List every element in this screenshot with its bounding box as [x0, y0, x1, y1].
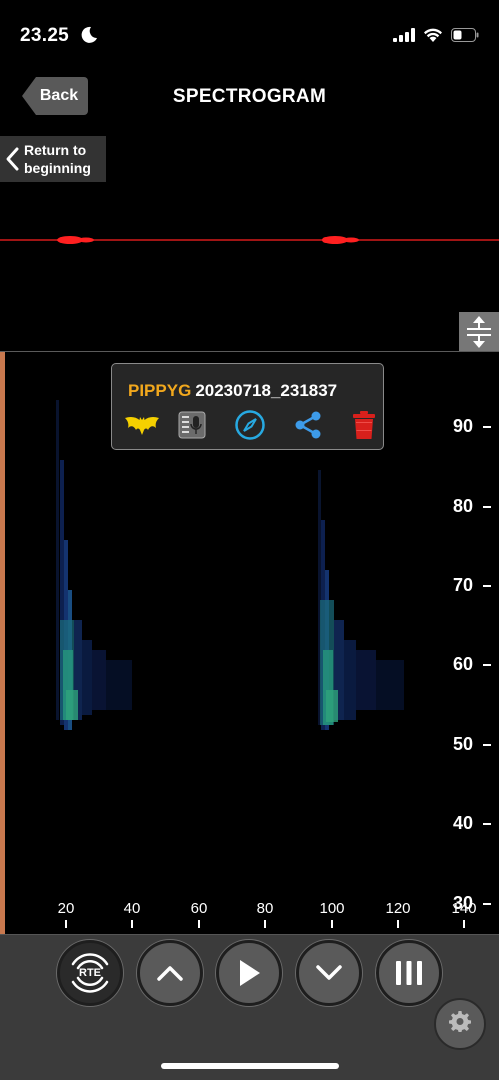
status-icons — [393, 27, 479, 42]
settings-button[interactable] — [434, 998, 486, 1050]
scroll-up-button[interactable] — [137, 940, 203, 1006]
expand-waveform-button[interactable] — [459, 312, 499, 352]
play-icon — [240, 960, 260, 986]
microphone-info-button[interactable] — [174, 408, 210, 442]
signal-icon — [393, 27, 415, 42]
delete-button[interactable] — [346, 408, 382, 442]
rte-button[interactable]: RTE — [57, 940, 123, 1006]
x-tick: 80 — [245, 900, 285, 928]
bat-icon — [125, 416, 159, 435]
y-tick: 70 — [453, 575, 491, 596]
return-to-beginning-button[interactable]: Return to beginning — [0, 136, 106, 182]
chevron-left-icon — [6, 147, 19, 171]
location-button[interactable] — [232, 408, 268, 442]
recording-name: 20230718_231837 — [195, 381, 338, 400]
vertical-resize-icon — [467, 316, 491, 348]
x-tick: 20 — [46, 900, 86, 928]
x-tick: 40 — [112, 900, 152, 928]
rte-label: RTE — [79, 967, 101, 979]
playhead-edge — [0, 352, 5, 934]
species-code[interactable]: PIPPYG — [128, 381, 191, 400]
spectrogram-call-2 — [318, 470, 404, 730]
status-time: 23.25 — [20, 25, 70, 46]
x-tick: 60 — [179, 900, 219, 928]
x-tick: 120 — [378, 900, 418, 928]
moon-icon — [81, 26, 97, 43]
trash-icon — [353, 411, 375, 439]
chevron-up-icon — [157, 966, 183, 981]
y-tick: 90 — [453, 416, 491, 437]
bat-button[interactable] — [124, 408, 160, 442]
x-tick: 100 — [312, 900, 352, 928]
play-button[interactable] — [216, 940, 282, 1006]
wifi-icon — [424, 28, 442, 42]
y-tick: 40 — [453, 813, 491, 834]
menu-button[interactable] — [376, 940, 442, 1006]
share-icon — [295, 411, 321, 439]
recording-title: PIPPYG 20230718_231837 — [128, 381, 337, 401]
x-tick: 140 — [444, 900, 484, 928]
y-tick: 50 — [453, 734, 491, 755]
chevron-down-icon — [316, 965, 342, 980]
recording-info-popup: PIPPYG 20230718_231837 — [111, 363, 384, 450]
share-button[interactable] — [290, 408, 326, 442]
status-bar: 23.25 — [0, 0, 499, 72]
y-tick: 80 — [453, 496, 491, 517]
microphone-info-icon — [178, 411, 206, 439]
return-to-beginning-label: Return to beginning — [24, 142, 91, 176]
scroll-down-button[interactable] — [296, 940, 362, 1006]
bars-icon — [396, 961, 422, 985]
page-title: SPECTROGRAM — [172, 86, 327, 107]
gear-icon — [449, 1011, 471, 1032]
waveform[interactable] — [0, 200, 499, 280]
compass-icon — [235, 410, 265, 440]
y-tick: 60 — [453, 654, 491, 675]
battery-icon — [451, 27, 479, 42]
home-indicator[interactable] — [161, 1063, 339, 1069]
popup-actions — [124, 408, 375, 442]
